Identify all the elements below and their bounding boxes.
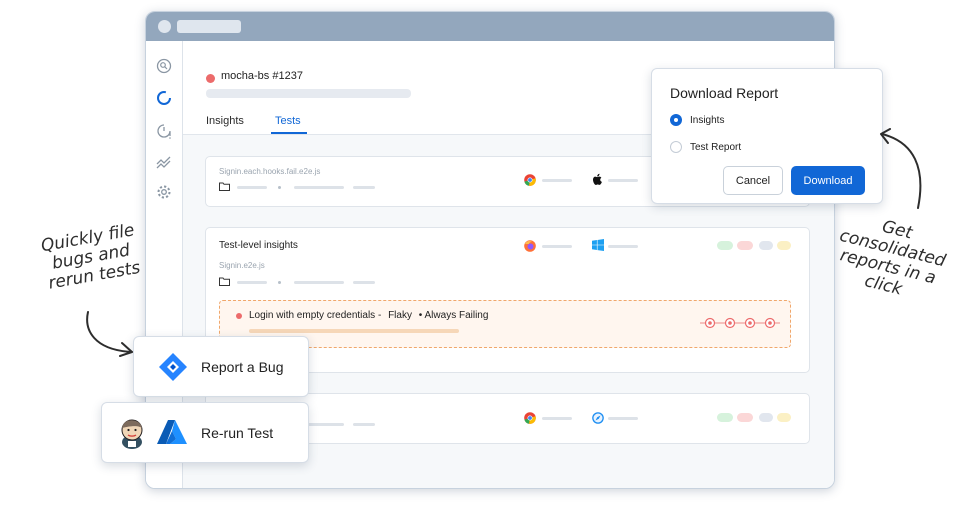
meta-placeholder (237, 186, 267, 189)
test-file-name: Signin.e2e.js (219, 261, 265, 270)
search-icon[interactable] (156, 58, 172, 74)
build-subtitle-placeholder (206, 89, 411, 98)
arrow-to-report-bug (86, 311, 133, 357)
chrome-icon (524, 174, 536, 186)
meta-placeholder (353, 281, 375, 284)
skip-count-pill (759, 413, 773, 422)
pass-count-pill (717, 413, 733, 422)
separator-dot (278, 281, 281, 284)
fail-dot (236, 313, 242, 319)
cancel-button[interactable]: Cancel (723, 166, 783, 195)
radio-insights[interactable] (670, 114, 682, 126)
rerun-test-card[interactable]: Re-run Test (101, 402, 309, 463)
gear-icon[interactable] (156, 184, 172, 200)
rerun-test-label: Re-run Test (201, 425, 274, 441)
window-control[interactable] (158, 20, 171, 33)
meta-placeholder (294, 186, 344, 189)
always-failing-label: Always Failing (424, 310, 489, 321)
windows-icon (592, 239, 604, 251)
flaky-label: Flaky (388, 310, 412, 321)
report-bug-card[interactable]: Report a Bug (133, 336, 309, 397)
meta-placeholder (294, 281, 344, 284)
failure-text: Login with empty credentials - Flaky • A… (249, 310, 488, 321)
test-row-title: Test-level insights (219, 240, 298, 251)
failure-detail-placeholder (249, 329, 459, 333)
browser-version-placeholder (542, 179, 572, 182)
meta-placeholder (353, 423, 375, 426)
pass-count-pill (717, 241, 733, 250)
report-bug-label: Report a Bug (201, 359, 284, 375)
azure-icon (157, 420, 187, 444)
separator-dot (278, 186, 281, 189)
flaky-count-pill (777, 413, 791, 422)
download-button[interactable]: Download (791, 166, 865, 195)
test-file-name: Signin.each.hooks.fail.e2e.js (219, 167, 321, 176)
chrome-icon (524, 412, 536, 424)
active-tab-indicator (271, 132, 307, 134)
tab-insights[interactable]: Insights (206, 115, 244, 127)
firefox-icon (524, 240, 536, 252)
annotation-right: Get consolidated reports in a click (828, 208, 953, 308)
os-version-placeholder (608, 417, 638, 420)
tab-tests[interactable]: Tests (275, 115, 301, 127)
jenkins-icon (121, 419, 143, 449)
radio-insights-label[interactable]: Insights (690, 115, 724, 126)
radio-test-report-label[interactable]: Test Report (690, 142, 741, 153)
fail-count-pill (737, 413, 753, 422)
builds-icon[interactable] (156, 90, 172, 106)
title-bar (146, 12, 834, 41)
trends-icon[interactable] (156, 154, 172, 170)
skip-count-pill (759, 241, 773, 250)
fail-count-pill (737, 241, 753, 250)
timer-alert-icon[interactable] (156, 123, 172, 139)
build-status-dot (206, 74, 215, 83)
flaky-count-pill (777, 241, 791, 250)
os-version-placeholder (608, 179, 638, 182)
browser-version-placeholder (542, 245, 572, 248)
annotation-left: Quickly file bugs and rerun tests (32, 220, 150, 295)
bullet: • (418, 310, 423, 321)
jira-icon (159, 353, 187, 381)
meta-placeholder (237, 281, 267, 284)
build-title: mocha-bs #1237 (221, 70, 303, 82)
title-placeholder (177, 20, 241, 33)
dialog-title: Download Report (670, 85, 779, 101)
failure-history (700, 317, 780, 329)
os-version-placeholder (608, 245, 638, 248)
apple-icon (593, 173, 602, 185)
download-report-dialog: Download Report Insights Test Report Can… (651, 68, 883, 204)
safari-icon (592, 412, 604, 424)
browser-version-placeholder (542, 417, 572, 420)
folder-icon (219, 277, 230, 286)
folder-icon (219, 182, 230, 191)
meta-placeholder (353, 186, 375, 189)
arrow-to-dialog (880, 128, 922, 209)
failure-test-name: Login with empty credentials - (249, 310, 382, 321)
radio-test-report[interactable] (670, 141, 682, 153)
